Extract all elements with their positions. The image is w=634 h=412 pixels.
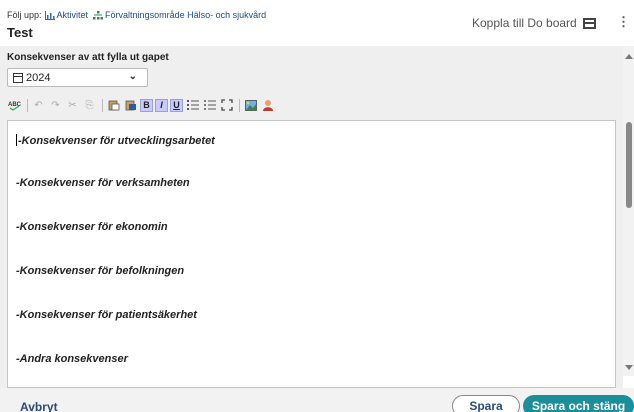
header: Följ upp: Aktivitet Förvaltningsområde H…: [0, 0, 634, 46]
editor-line: -Konsekvenser för ekonomin: [16, 221, 168, 233]
image-icon[interactable]: [243, 98, 258, 113]
do-board-link[interactable]: Koppla till Do board: [472, 16, 596, 30]
chart-icon: [44, 10, 55, 20]
ordered-list-icon[interactable]: [185, 98, 200, 113]
scroll-down-icon[interactable]: [625, 365, 633, 370]
user-icon[interactable]: [260, 98, 275, 113]
scrollbar-thumb[interactable]: [626, 122, 632, 208]
editor-line: -Konsekvenser för patientsäkerhet: [16, 309, 197, 321]
text-caret: [16, 134, 17, 146]
scrollbar[interactable]: [623, 46, 634, 376]
undo-icon[interactable]: ↶: [31, 98, 46, 113]
chevron-down-icon: ⌄: [128, 71, 137, 82]
follow-label: Följ upp:: [7, 10, 42, 20]
calendar-icon: [13, 72, 23, 83]
bold-button[interactable]: B: [140, 98, 153, 112]
org-tree-icon: [93, 10, 104, 20]
save-button[interactable]: Spara: [452, 395, 520, 412]
editor-line-text: -Konsekvenser för utvecklingsarbetet: [18, 135, 215, 147]
section-title: Konsekvenser av att fylla ut gapet: [7, 52, 169, 63]
underline-button[interactable]: U: [170, 98, 183, 112]
cancel-link[interactable]: Avbryt: [20, 400, 58, 412]
year-select[interactable]: 2024 ⌄: [7, 68, 148, 87]
toolbar-divider: [27, 98, 28, 112]
year-value: 2024: [26, 71, 51, 84]
italic-button[interactable]: I: [155, 98, 168, 112]
do-board-label: Koppla till Do board: [472, 16, 577, 30]
scroll-up-icon[interactable]: [625, 54, 633, 59]
board-icon: [582, 17, 596, 29]
rich-text-editor[interactable]: -Konsekvenser för utvecklingsarbetet -Ko…: [7, 120, 616, 388]
editor-line: -Konsekvenser för utvecklingsarbetet: [16, 134, 215, 147]
editor-line: -Andra konsekvenser: [16, 353, 128, 365]
area-link[interactable]: Förvaltningsområde Hälso- och sjukvård: [105, 10, 266, 20]
copy-icon[interactable]: ⎘: [82, 98, 97, 113]
page-title: Test: [7, 25, 33, 40]
spellcheck-icon[interactable]: ABC: [7, 98, 22, 113]
toolbar-divider: [102, 98, 103, 112]
svg-text:ABC: ABC: [8, 102, 22, 108]
editor-toolbar: ABC ↶ ↷ ✂ ⎘ B I U: [7, 96, 277, 114]
toolbar-divider: [239, 98, 240, 112]
paste-icon[interactable]: [106, 98, 121, 113]
footer: Avbryt Spara Spara och stäng: [0, 388, 634, 412]
unordered-list-icon[interactable]: [202, 98, 217, 113]
cut-icon[interactable]: ✂: [65, 98, 80, 113]
follow-up-line: Följ upp: Aktivitet Förvaltningsområde H…: [7, 10, 266, 20]
main-panel: Konsekvenser av att fylla ut gapet 2024 …: [0, 46, 623, 388]
more-menu-icon[interactable]: ⋮: [617, 15, 630, 28]
editor-line: -Konsekvenser för verksamheten: [16, 177, 190, 189]
paste-word-icon[interactable]: [123, 98, 138, 113]
editor-line: -Konsekvenser för befolkningen: [16, 265, 185, 277]
activity-link[interactable]: Aktivitet: [57, 10, 89, 20]
redo-icon[interactable]: ↷: [48, 98, 63, 113]
maximize-icon[interactable]: [219, 98, 234, 113]
save-and-close-button[interactable]: Spara och stäng: [523, 395, 634, 412]
